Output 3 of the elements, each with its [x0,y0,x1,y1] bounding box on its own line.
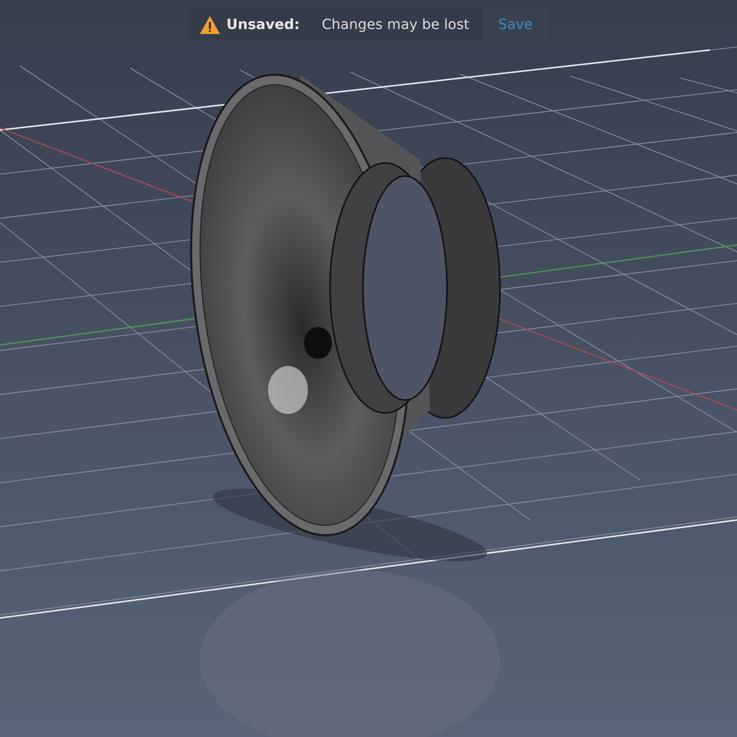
unsaved-label: Unsaved: [226,17,300,33]
warning-icon [198,15,220,35]
warning-message: Changes may be lost [322,17,470,33]
